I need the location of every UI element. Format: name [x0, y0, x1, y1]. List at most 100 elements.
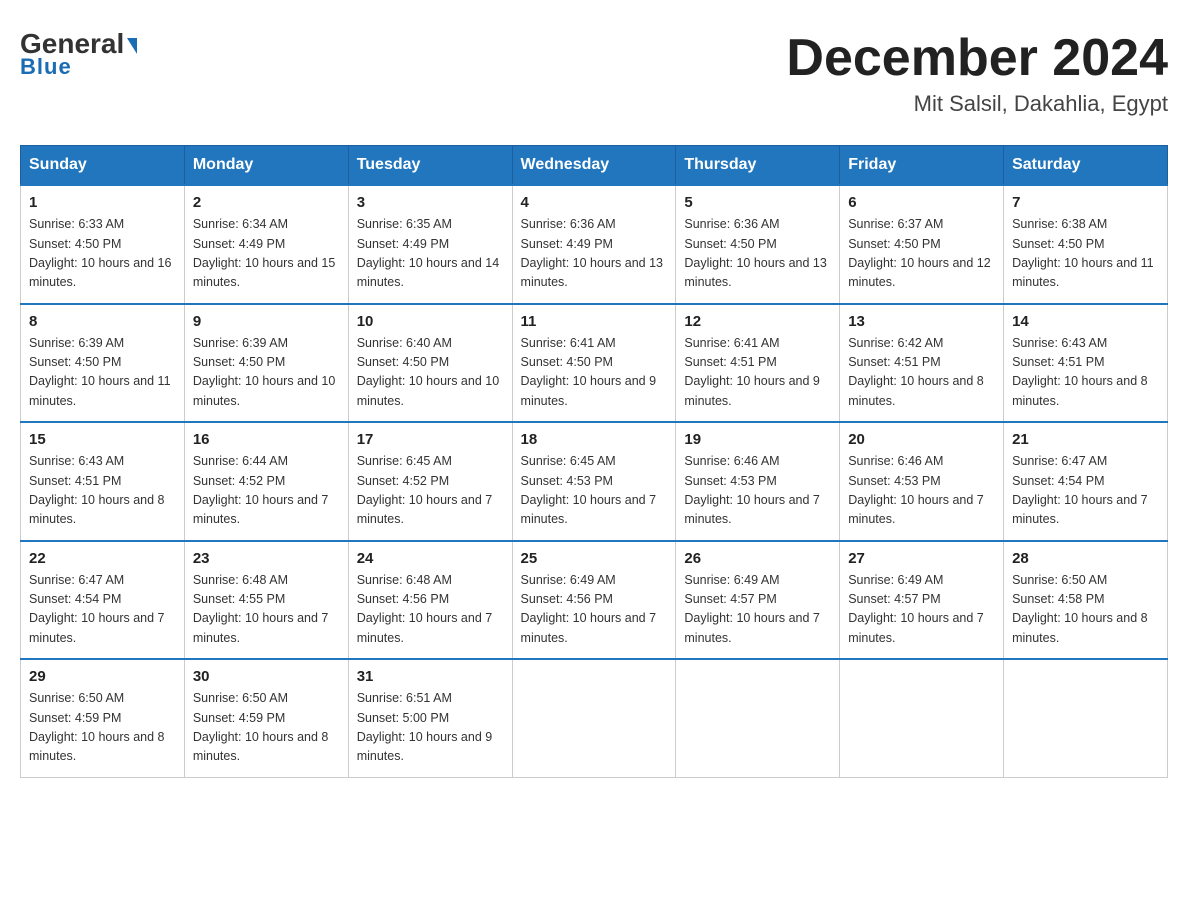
week-row-2: 8 Sunrise: 6:39 AMSunset: 4:50 PMDayligh…	[21, 304, 1168, 423]
calendar-cell: 15 Sunrise: 6:43 AMSunset: 4:51 PMDaylig…	[21, 422, 185, 541]
day-info: Sunrise: 6:42 AMSunset: 4:51 PMDaylight:…	[848, 336, 984, 408]
day-info: Sunrise: 6:35 AMSunset: 4:49 PMDaylight:…	[357, 217, 499, 289]
calendar-cell: 12 Sunrise: 6:41 AMSunset: 4:51 PMDaylig…	[676, 304, 840, 423]
calendar-cell: 14 Sunrise: 6:43 AMSunset: 4:51 PMDaylig…	[1004, 304, 1168, 423]
day-info: Sunrise: 6:40 AMSunset: 4:50 PMDaylight:…	[357, 336, 499, 408]
day-info: Sunrise: 6:37 AMSunset: 4:50 PMDaylight:…	[848, 217, 990, 289]
day-number: 21	[1012, 431, 1159, 448]
calendar-header-friday: Friday	[840, 146, 1004, 186]
page-header: General Blue December 2024 Mit Salsil, D…	[20, 20, 1168, 127]
logo-blue-text: Blue	[20, 54, 72, 80]
day-number: 24	[357, 550, 504, 567]
day-info: Sunrise: 6:49 AMSunset: 4:57 PMDaylight:…	[684, 573, 820, 645]
calendar-header-saturday: Saturday	[1004, 146, 1168, 186]
calendar-table: SundayMondayTuesdayWednesdayThursdayFrid…	[20, 145, 1168, 778]
calendar-cell: 1 Sunrise: 6:33 AMSunset: 4:50 PMDayligh…	[21, 185, 185, 304]
week-row-5: 29 Sunrise: 6:50 AMSunset: 4:59 PMDaylig…	[21, 659, 1168, 777]
day-info: Sunrise: 6:48 AMSunset: 4:56 PMDaylight:…	[357, 573, 493, 645]
day-number: 13	[848, 313, 995, 330]
day-info: Sunrise: 6:41 AMSunset: 4:50 PMDaylight:…	[521, 336, 657, 408]
day-number: 6	[848, 194, 995, 211]
day-number: 17	[357, 431, 504, 448]
calendar-cell	[840, 659, 1004, 777]
day-number: 15	[29, 431, 176, 448]
day-number: 10	[357, 313, 504, 330]
day-number: 30	[193, 668, 340, 685]
calendar-cell: 4 Sunrise: 6:36 AMSunset: 4:49 PMDayligh…	[512, 185, 676, 304]
day-info: Sunrise: 6:50 AMSunset: 4:59 PMDaylight:…	[193, 691, 329, 763]
day-number: 26	[684, 550, 831, 567]
day-info: Sunrise: 6:39 AMSunset: 4:50 PMDaylight:…	[193, 336, 335, 408]
day-info: Sunrise: 6:50 AMSunset: 4:58 PMDaylight:…	[1012, 573, 1148, 645]
calendar-cell: 13 Sunrise: 6:42 AMSunset: 4:51 PMDaylig…	[840, 304, 1004, 423]
day-number: 31	[357, 668, 504, 685]
calendar-cell	[676, 659, 840, 777]
day-number: 18	[521, 431, 668, 448]
week-row-4: 22 Sunrise: 6:47 AMSunset: 4:54 PMDaylig…	[21, 541, 1168, 660]
calendar-header-row: SundayMondayTuesdayWednesdayThursdayFrid…	[21, 146, 1168, 186]
day-number: 20	[848, 431, 995, 448]
calendar-cell	[1004, 659, 1168, 777]
title-area: December 2024 Mit Salsil, Dakahlia, Egyp…	[786, 30, 1168, 117]
day-info: Sunrise: 6:33 AMSunset: 4:50 PMDaylight:…	[29, 217, 171, 289]
day-info: Sunrise: 6:50 AMSunset: 4:59 PMDaylight:…	[29, 691, 165, 763]
calendar-cell: 21 Sunrise: 6:47 AMSunset: 4:54 PMDaylig…	[1004, 422, 1168, 541]
day-info: Sunrise: 6:47 AMSunset: 4:54 PMDaylight:…	[29, 573, 165, 645]
day-number: 7	[1012, 194, 1159, 211]
day-number: 8	[29, 313, 176, 330]
calendar-cell: 22 Sunrise: 6:47 AMSunset: 4:54 PMDaylig…	[21, 541, 185, 660]
day-info: Sunrise: 6:45 AMSunset: 4:52 PMDaylight:…	[357, 454, 493, 526]
day-info: Sunrise: 6:48 AMSunset: 4:55 PMDaylight:…	[193, 573, 329, 645]
calendar-cell: 30 Sunrise: 6:50 AMSunset: 4:59 PMDaylig…	[184, 659, 348, 777]
month-title: December 2024	[786, 30, 1168, 87]
calendar-cell: 26 Sunrise: 6:49 AMSunset: 4:57 PMDaylig…	[676, 541, 840, 660]
day-info: Sunrise: 6:36 AMSunset: 4:49 PMDaylight:…	[521, 217, 663, 289]
day-number: 27	[848, 550, 995, 567]
calendar-header-wednesday: Wednesday	[512, 146, 676, 186]
day-number: 23	[193, 550, 340, 567]
calendar-cell: 5 Sunrise: 6:36 AMSunset: 4:50 PMDayligh…	[676, 185, 840, 304]
calendar-cell: 31 Sunrise: 6:51 AMSunset: 5:00 PMDaylig…	[348, 659, 512, 777]
day-info: Sunrise: 6:34 AMSunset: 4:49 PMDaylight:…	[193, 217, 335, 289]
calendar-cell: 17 Sunrise: 6:45 AMSunset: 4:52 PMDaylig…	[348, 422, 512, 541]
day-number: 19	[684, 431, 831, 448]
calendar-cell: 27 Sunrise: 6:49 AMSunset: 4:57 PMDaylig…	[840, 541, 1004, 660]
day-info: Sunrise: 6:47 AMSunset: 4:54 PMDaylight:…	[1012, 454, 1148, 526]
day-number: 29	[29, 668, 176, 685]
day-info: Sunrise: 6:49 AMSunset: 4:57 PMDaylight:…	[848, 573, 984, 645]
day-info: Sunrise: 6:45 AMSunset: 4:53 PMDaylight:…	[521, 454, 657, 526]
calendar-cell: 19 Sunrise: 6:46 AMSunset: 4:53 PMDaylig…	[676, 422, 840, 541]
calendar-cell: 6 Sunrise: 6:37 AMSunset: 4:50 PMDayligh…	[840, 185, 1004, 304]
calendar-header-tuesday: Tuesday	[348, 146, 512, 186]
day-info: Sunrise: 6:43 AMSunset: 4:51 PMDaylight:…	[29, 454, 165, 526]
week-row-3: 15 Sunrise: 6:43 AMSunset: 4:51 PMDaylig…	[21, 422, 1168, 541]
day-number: 2	[193, 194, 340, 211]
day-number: 1	[29, 194, 176, 211]
calendar-cell: 28 Sunrise: 6:50 AMSunset: 4:58 PMDaylig…	[1004, 541, 1168, 660]
location-subtitle: Mit Salsil, Dakahlia, Egypt	[786, 91, 1168, 117]
day-info: Sunrise: 6:46 AMSunset: 4:53 PMDaylight:…	[684, 454, 820, 526]
day-info: Sunrise: 6:39 AMSunset: 4:50 PMDaylight:…	[29, 336, 171, 408]
day-number: 9	[193, 313, 340, 330]
calendar-cell: 7 Sunrise: 6:38 AMSunset: 4:50 PMDayligh…	[1004, 185, 1168, 304]
calendar-header-monday: Monday	[184, 146, 348, 186]
day-number: 14	[1012, 313, 1159, 330]
calendar-cell: 18 Sunrise: 6:45 AMSunset: 4:53 PMDaylig…	[512, 422, 676, 541]
day-info: Sunrise: 6:51 AMSunset: 5:00 PMDaylight:…	[357, 691, 493, 763]
day-number: 22	[29, 550, 176, 567]
calendar-cell: 24 Sunrise: 6:48 AMSunset: 4:56 PMDaylig…	[348, 541, 512, 660]
day-info: Sunrise: 6:41 AMSunset: 4:51 PMDaylight:…	[684, 336, 820, 408]
calendar-cell	[512, 659, 676, 777]
calendar-header-thursday: Thursday	[676, 146, 840, 186]
day-number: 3	[357, 194, 504, 211]
day-number: 16	[193, 431, 340, 448]
calendar-cell: 29 Sunrise: 6:50 AMSunset: 4:59 PMDaylig…	[21, 659, 185, 777]
day-number: 12	[684, 313, 831, 330]
day-number: 11	[521, 313, 668, 330]
calendar-cell: 9 Sunrise: 6:39 AMSunset: 4:50 PMDayligh…	[184, 304, 348, 423]
calendar-cell: 3 Sunrise: 6:35 AMSunset: 4:49 PMDayligh…	[348, 185, 512, 304]
calendar-cell: 25 Sunrise: 6:49 AMSunset: 4:56 PMDaylig…	[512, 541, 676, 660]
calendar-header-sunday: Sunday	[21, 146, 185, 186]
week-row-1: 1 Sunrise: 6:33 AMSunset: 4:50 PMDayligh…	[21, 185, 1168, 304]
day-number: 25	[521, 550, 668, 567]
